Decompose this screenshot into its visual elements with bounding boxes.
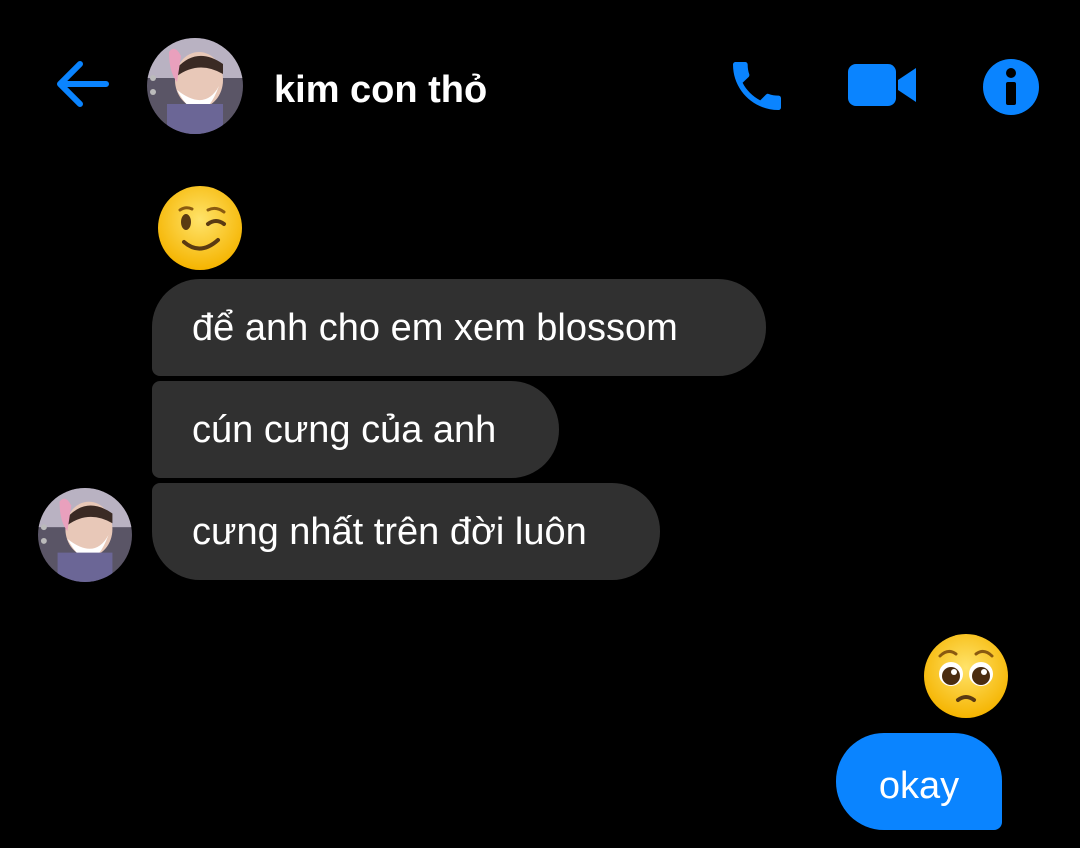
winking-face-emoji[interactable]: [156, 184, 244, 272]
message-text: cún cưng của anh: [192, 408, 497, 451]
info-button[interactable]: [982, 58, 1040, 116]
incoming-message-bubble[interactable]: cún cưng của anh: [152, 381, 559, 478]
sender-avatar[interactable]: [38, 488, 132, 582]
voice-call-button[interactable]: [724, 54, 790, 118]
winking-face-icon: [158, 186, 242, 270]
info-icon: [983, 59, 1039, 115]
message-text: okay: [878, 764, 960, 807]
contact-name[interactable]: kim con thỏ: [274, 66, 487, 114]
phone-icon: [733, 62, 781, 110]
contact-avatar[interactable]: [147, 38, 243, 134]
back-button[interactable]: [50, 52, 114, 116]
video-call-button[interactable]: [846, 58, 920, 112]
pleading-face-icon: [924, 634, 1008, 718]
pleading-face-emoji[interactable]: [922, 632, 1010, 720]
outgoing-message-bubble[interactable]: okay: [836, 733, 1002, 830]
chat-header: kim con thỏ: [0, 0, 1080, 170]
back-arrow-icon: [57, 61, 109, 107]
message-text: cưng nhất trên đời luôn: [192, 510, 587, 553]
incoming-message-bubble[interactable]: cưng nhất trên đời luôn: [152, 483, 660, 580]
incoming-message-bubble[interactable]: để anh cho em xem blossom: [152, 279, 766, 376]
video-camera-icon: [848, 64, 916, 106]
message-text: để anh cho em xem blossom: [192, 306, 678, 349]
